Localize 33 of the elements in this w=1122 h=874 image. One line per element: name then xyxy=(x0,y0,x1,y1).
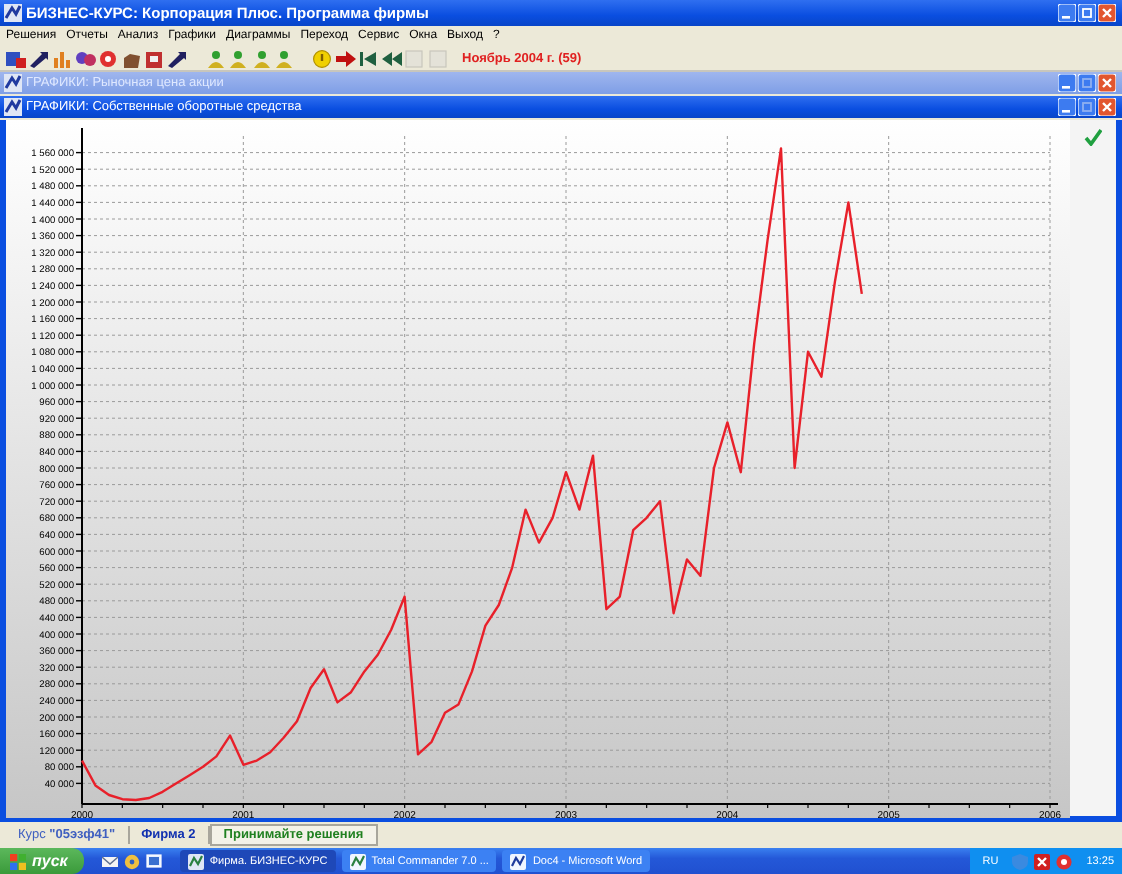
rewind-icon[interactable] xyxy=(381,49,401,67)
arrow-icon[interactable] xyxy=(29,49,49,67)
windows-logo-icon xyxy=(10,853,26,869)
person-icon[interactable] xyxy=(274,49,294,67)
minimize-button[interactable] xyxy=(1058,4,1076,22)
skip-back-icon[interactable] xyxy=(358,49,378,67)
restore-button[interactable] xyxy=(1078,98,1096,116)
close-button[interactable] xyxy=(1098,98,1116,116)
chart-icon[interactable] xyxy=(6,49,26,67)
app-icon xyxy=(4,4,22,22)
person-icon[interactable] xyxy=(251,49,271,67)
minimize-button[interactable] xyxy=(1058,74,1076,92)
app-icon xyxy=(4,98,22,116)
email-icon[interactable] xyxy=(101,853,118,869)
minimize-button[interactable] xyxy=(1058,98,1076,116)
person-icon[interactable] xyxy=(205,49,225,67)
close-button[interactable] xyxy=(1098,4,1116,22)
coin-icon[interactable] xyxy=(312,49,332,67)
desktop-icon[interactable] xyxy=(145,853,162,869)
close-button[interactable] xyxy=(1098,74,1116,92)
app-icon xyxy=(4,74,22,92)
app-icon xyxy=(349,853,366,869)
app-icon xyxy=(510,853,527,869)
arrow-icon[interactable] xyxy=(167,49,187,67)
person-icon[interactable] xyxy=(228,49,248,67)
record-icon[interactable] xyxy=(1056,853,1073,869)
restore-button[interactable] xyxy=(1078,4,1096,22)
restore-button[interactable] xyxy=(1078,74,1096,92)
checkmark-icon[interactable] xyxy=(1084,128,1102,146)
cross-icon[interactable] xyxy=(1034,853,1051,869)
disc-icon[interactable] xyxy=(123,853,140,869)
app-icon xyxy=(187,853,204,869)
arrow-icon[interactable] xyxy=(335,49,355,67)
